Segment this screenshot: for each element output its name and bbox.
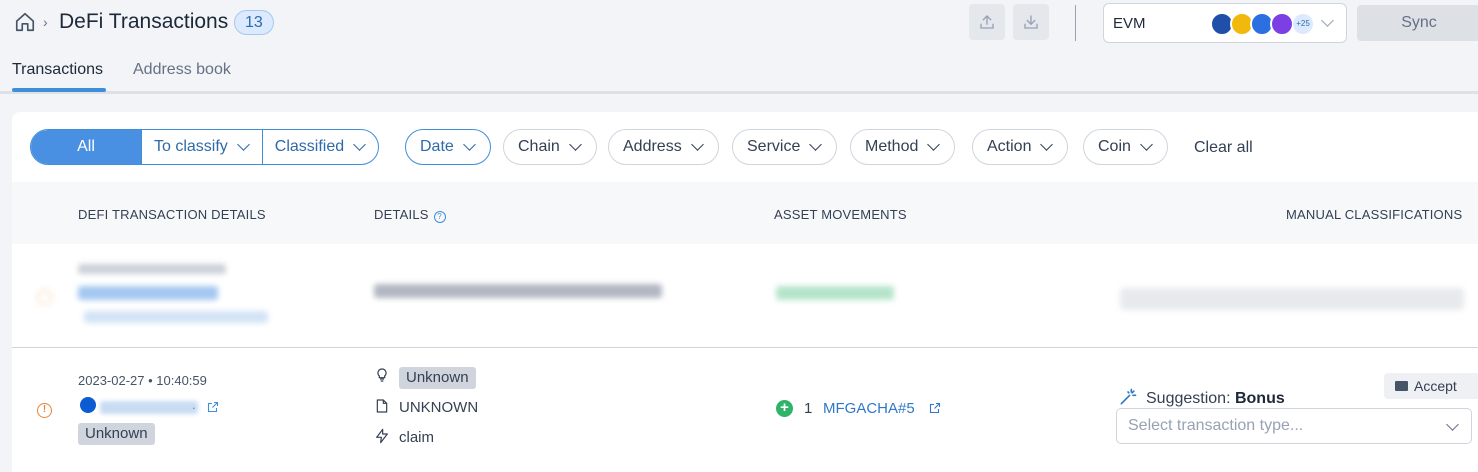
details-method: UNKNOWN <box>399 399 479 416</box>
export-button[interactable] <box>969 4 1005 40</box>
redacted-address <box>100 401 198 414</box>
plus-circle-icon: + <box>776 400 793 417</box>
filter-classified[interactable]: Classified <box>261 130 378 164</box>
transactions-panel: All To classify Classified Date Chain Ad… <box>12 112 1478 472</box>
import-button[interactable] <box>1013 4 1049 40</box>
chevron-down-icon <box>1040 138 1054 151</box>
chevron-down-icon <box>568 138 582 151</box>
redacted-classification-buttons <box>1120 288 1464 310</box>
external-link-icon[interactable] <box>207 401 219 413</box>
page-title: DeFi Transactions <box>59 10 229 33</box>
filter-method-label: Method <box>865 138 919 155</box>
chevron-down-icon <box>353 138 367 151</box>
toolbar-divider <box>1075 5 1076 41</box>
redacted-tag <box>84 311 268 323</box>
asset-amount: 1 <box>804 400 813 417</box>
top-bar: › DeFi Transactions 13 EVM +25 Sync <box>0 0 1478 48</box>
address-suffix: . <box>192 397 196 412</box>
breadcrumb-separator: › <box>43 14 48 30</box>
redacted-details <box>374 284 662 298</box>
filter-coin[interactable]: Coin <box>1083 129 1168 165</box>
help-icon[interactable]: ? <box>433 211 446 223</box>
details-label-tag: Unknown <box>399 367 476 389</box>
column-header-details-label: DETAILS <box>374 207 429 222</box>
lightbulb-icon <box>377 368 387 382</box>
polygon-logo-icon <box>1270 12 1294 36</box>
chain-logos: +25 <box>1210 12 1313 36</box>
filter-chain[interactable]: Chain <box>503 129 597 165</box>
lightning-icon <box>376 428 388 444</box>
accept-label: Accept <box>1414 378 1457 394</box>
table-row[interactable]: ! 2023-02-27 • 10:40:59 . Unknown Unknow… <box>12 349 1478 470</box>
table-header: DEFI TRANSACTION DETAILS DETAILS? ASSET … <box>12 182 1478 244</box>
filter-action-label: Action <box>987 138 1032 155</box>
chevron-down-icon <box>236 138 250 151</box>
tab-bar: Transactions Address book <box>0 56 1478 94</box>
filter-to-classify[interactable]: To classify <box>141 130 262 164</box>
transaction-type-placeholder: Select transaction type... <box>1128 417 1304 434</box>
status-filter: All To classify Classified <box>30 129 380 165</box>
filter-service-label: Service <box>747 138 801 155</box>
chevron-down-icon <box>1446 418 1459 431</box>
home-icon[interactable] <box>14 11 36 33</box>
document-icon <box>376 399 388 413</box>
ethereum-icon <box>80 397 96 413</box>
filter-service[interactable]: Service <box>732 129 838 165</box>
warning-icon <box>37 290 52 305</box>
suggestion-prefix: Suggestion: <box>1146 390 1231 407</box>
filter-bar: All To classify Classified Date Chain Ad… <box>12 112 1478 182</box>
transaction-type-select[interactable]: Select transaction type... <box>1116 408 1472 444</box>
details-action: claim <box>399 429 435 446</box>
filter-all[interactable]: All <box>31 130 141 164</box>
chevron-down-icon <box>1321 14 1334 27</box>
column-header-details: DETAILS? <box>374 207 446 223</box>
chevron-down-icon <box>927 138 941 151</box>
clear-all-link[interactable]: Clear all <box>1194 139 1253 157</box>
warning-icon: ! <box>37 403 52 418</box>
column-header-manual-classifications: MANUAL CLASSIFICATIONS <box>1286 207 1463 222</box>
filter-date[interactable]: Date <box>405 129 491 165</box>
chain-more-badge: +25 <box>1293 14 1313 34</box>
chain-select[interactable]: EVM +25 <box>1103 3 1347 43</box>
redacted-address <box>78 286 218 300</box>
filter-address-label: Address <box>623 138 682 155</box>
column-header-asset-movements: ASSET MOVEMENTS <box>774 207 907 222</box>
tab-address-book[interactable]: Address book <box>133 61 231 79</box>
chain-select-label: EVM <box>1113 15 1146 32</box>
chevron-down-icon <box>462 138 476 151</box>
chevron-down-icon <box>690 138 704 151</box>
suggestion-text: Suggestion: Bonus <box>1146 390 1285 408</box>
sync-button[interactable]: Sync <box>1357 5 1478 41</box>
redacted-asset <box>776 286 894 300</box>
table-row[interactable] <box>12 244 1478 348</box>
filter-coin-label: Coin <box>1098 138 1131 155</box>
active-tab-indicator <box>12 88 106 92</box>
magic-wand-icon <box>1120 388 1137 405</box>
upload-icon <box>980 15 994 29</box>
chevron-down-icon <box>809 138 823 151</box>
download-icon <box>1024 15 1038 29</box>
filter-classified-label: Classified <box>274 138 345 155</box>
filter-method[interactable]: Method <box>850 129 956 165</box>
filter-to-classify-label: To classify <box>154 138 228 155</box>
transaction-date: 2023-02-27 • 10:40:59 <box>78 373 207 388</box>
filter-action[interactable]: Action <box>972 129 1069 165</box>
external-link-icon[interactable] <box>929 402 941 414</box>
filter-address[interactable]: Address <box>608 129 719 165</box>
accept-button[interactable]: Accept <box>1384 373 1478 399</box>
filter-chain-label: Chain <box>518 138 560 155</box>
suggestion-value: Bonus <box>1234 390 1285 407</box>
tab-transactions[interactable]: Transactions <box>12 61 103 79</box>
chevron-down-icon <box>1140 138 1153 151</box>
transaction-count-badge: 13 <box>234 10 274 35</box>
column-header-defi-details: DEFI TRANSACTION DETAILS <box>78 207 266 222</box>
asset-symbol-link[interactable]: MFGACHA#5 <box>823 400 915 417</box>
mail-icon <box>1395 381 1408 391</box>
status-tag: Unknown <box>78 423 155 445</box>
filter-date-label: Date <box>420 138 454 155</box>
redacted-date <box>78 264 226 274</box>
